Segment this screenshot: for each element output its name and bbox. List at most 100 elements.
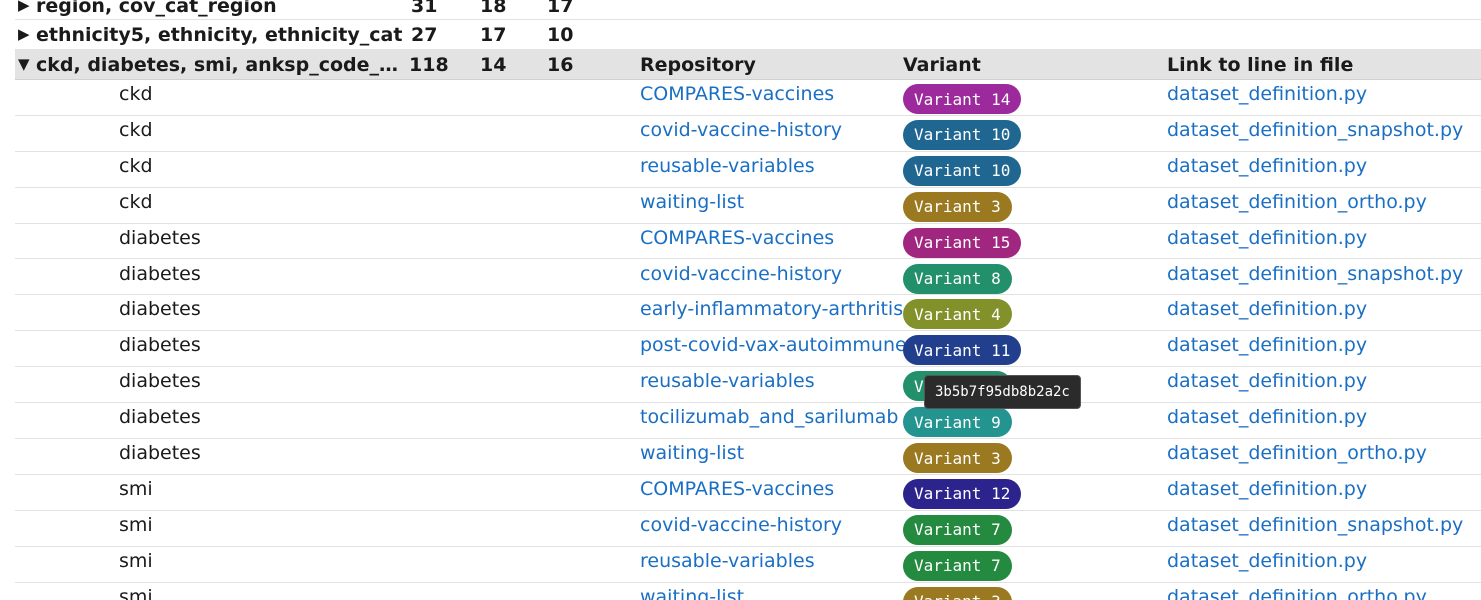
table-row: smi COMPARES-vaccines Variant 12 dataset_de… xyxy=(15,475,1481,511)
variant-badge[interactable]: Variant 7 xyxy=(903,514,1012,545)
repository-link[interactable]: COMPARES-vaccines xyxy=(640,475,834,513)
repository-link[interactable]: early-inflammatory-arthritis xyxy=(640,295,903,333)
table-row: ckd covid-vaccine-history Variant 10 datase… xyxy=(15,116,1481,152)
file-line-link[interactable]: dataset_definition_ortho.py xyxy=(1167,583,1427,600)
group-row-ethnicity[interactable]: ▶ ethnicity5, ethnicity, ethnicity_cat 2… xyxy=(15,20,1481,50)
file-line-link[interactable]: dataset_definition.py xyxy=(1167,475,1367,513)
variable-name: diabetes xyxy=(119,226,201,249)
variant-cell: Variant 3 xyxy=(903,583,1012,600)
variant-cell: Variant 10 xyxy=(903,116,1022,151)
group-name-cell: ▼ ckd, diabetes, smi, anksp_code_date, .… xyxy=(18,50,406,79)
table-row: diabetes post-covid-vax-autoimmune Variant… xyxy=(15,331,1481,369)
table-row: diabetes waiting-list Variant 3 dataset_def… xyxy=(15,439,1481,475)
repository-link[interactable]: covid-vaccine-history xyxy=(640,260,842,298)
file-line-link[interactable]: dataset_definition.py xyxy=(1167,367,1367,405)
variant-cell: Variant 10 xyxy=(903,152,1022,187)
variant-badge[interactable]: Variant 10 xyxy=(903,155,1022,186)
repository-link[interactable]: covid-vaccine-history xyxy=(640,116,842,154)
variant-badge[interactable]: Variant 14 xyxy=(903,84,1022,114)
repository-link[interactable]: reusable-variables xyxy=(640,547,815,585)
table-row: diabetes covid-vaccine-history Variant 8 da… xyxy=(15,260,1481,296)
table-row: ckd reusable-variables Variant 10 dataset_d… xyxy=(15,152,1481,188)
variable-name: ckd xyxy=(119,190,153,213)
table-row: ckd COMPARES-vaccines Variant 14 dataset_de… xyxy=(15,80,1481,116)
variant-badge[interactable]: Variant 3 xyxy=(903,191,1012,222)
variant-badge[interactable]: Variant 15 xyxy=(903,227,1022,258)
expand-triangle-icon[interactable]: ▶ xyxy=(18,27,36,42)
file-line-link[interactable]: dataset_definition.py xyxy=(1167,403,1367,441)
file-line-link[interactable]: dataset_definition.py xyxy=(1167,80,1367,118)
variant-badge[interactable]: Variant 3 xyxy=(903,443,1012,473)
variant-cell: Variant 3 xyxy=(903,439,1012,474)
variable-name: smi xyxy=(119,549,153,572)
variant-badge[interactable]: Variant 9 xyxy=(903,407,1012,438)
file-line-link[interactable]: dataset_definition_ortho.py xyxy=(1167,439,1427,477)
file-line-link[interactable]: dataset_definition.py xyxy=(1167,331,1367,369)
file-line-link[interactable]: dataset_definition_snapshot.py xyxy=(1167,116,1463,154)
variable-name: diabetes xyxy=(119,298,201,321)
file-line-link[interactable]: dataset_definition.py xyxy=(1167,547,1367,585)
group-count-1: 31 xyxy=(411,0,438,17)
variable-name: diabetes xyxy=(119,334,201,357)
variant-badge[interactable]: Variant 11 xyxy=(903,335,1022,366)
variable-name: ckd xyxy=(119,154,153,177)
variant-badge[interactable]: Variant 7 xyxy=(903,550,1012,581)
column-header-repository[interactable]: Repository xyxy=(640,50,756,79)
file-line-link[interactable]: dataset_definition_snapshot.py xyxy=(1167,511,1463,549)
repository-link[interactable]: post-covid-vax-autoimmune xyxy=(640,331,907,369)
column-header-variant[interactable]: Variant xyxy=(903,50,981,79)
variable-name: diabetes xyxy=(119,370,201,393)
group-name: ethnicity5, ethnicity, ethnicity_cat xyxy=(36,23,403,46)
group-count-3: 17 xyxy=(547,0,574,17)
variable-name: smi xyxy=(119,477,153,500)
variant-cell: Variant 4 xyxy=(903,295,1012,330)
variants-table: ▶ region, cov_cat_region 31 18 17 ▶ ethn… xyxy=(0,0,1481,600)
group-row-ckd-diabetes[interactable]: ▼ ckd, diabetes, smi, anksp_code_date, .… xyxy=(15,50,1481,80)
table-row: diabetes tocilizumab_and_sarilumab Variant… xyxy=(15,403,1481,439)
table-row: diabetes COMPARES-vaccines Variant 15 datas… xyxy=(15,224,1481,260)
variant-badge[interactable]: Variant 12 xyxy=(903,478,1022,509)
table-row: smi waiting-list Variant 3 dataset_definiti… xyxy=(15,583,1481,600)
group-count-2: 18 xyxy=(480,0,507,17)
variable-name: diabetes xyxy=(119,406,201,429)
variable-name: diabetes xyxy=(119,442,201,464)
group-count-3: 16 xyxy=(547,53,574,76)
table-row: smi covid-vaccine-history Variant 7 dataset… xyxy=(15,511,1481,547)
variant-badge[interactable]: Variant 4 xyxy=(903,299,1012,330)
group-name-cell: ▶ region, cov_cat_region xyxy=(18,0,277,19)
file-line-link[interactable]: dataset_definition_ortho.py xyxy=(1167,188,1427,226)
column-header-link[interactable]: Link to line in file xyxy=(1167,50,1353,79)
repository-link[interactable]: covid-vaccine-history xyxy=(640,511,842,549)
variant-badge[interactable]: Variant 3 xyxy=(903,586,1012,600)
variant-cell: Variant 8 xyxy=(903,260,1012,295)
variant-cell: Variant 11 xyxy=(903,331,1022,366)
repository-link[interactable]: COMPARES-vaccines xyxy=(640,224,834,262)
group-row-region[interactable]: ▶ region, cov_cat_region 31 18 17 xyxy=(15,0,1481,20)
repository-link[interactable]: reusable-variables xyxy=(640,152,815,190)
variable-name: smi xyxy=(119,513,153,536)
file-line-link[interactable]: dataset_definition.py xyxy=(1167,224,1367,262)
group-count-2: 17 xyxy=(480,23,507,46)
repository-link[interactable]: reusable-variables xyxy=(640,367,815,405)
file-line-link[interactable]: dataset_definition.py xyxy=(1167,295,1367,333)
file-line-link[interactable]: dataset_definition.py xyxy=(1167,152,1367,190)
table-row: diabetes early-inflammatory-arthritis Vari… xyxy=(15,295,1481,333)
variant-cell: Variant 3 xyxy=(903,188,1012,223)
collapse-triangle-icon[interactable]: ▼ xyxy=(18,57,36,72)
file-line-link[interactable]: dataset_definition_snapshot.py xyxy=(1167,260,1463,298)
group-name-cell: ▶ ethnicity5, ethnicity, ethnicity_cat xyxy=(18,20,402,49)
table-row: smi reusable-variables Variant 7 dataset_de… xyxy=(15,547,1481,583)
variant-cell: Variant 15 xyxy=(903,224,1022,259)
variable-name: ckd xyxy=(119,118,153,141)
repository-link[interactable]: COMPARES-vaccines xyxy=(640,80,834,118)
repository-link[interactable]: waiting-list xyxy=(640,583,744,600)
repository-link[interactable]: waiting-list xyxy=(640,188,744,226)
group-name: region, cov_cat_region xyxy=(36,0,277,17)
expand-triangle-icon[interactable]: ▶ xyxy=(18,0,36,13)
repository-link[interactable]: tocilizumab_and_sarilumab xyxy=(640,403,899,441)
variant-badge[interactable]: Variant 10 xyxy=(903,119,1022,150)
variable-name: smi xyxy=(119,585,153,600)
repository-link[interactable]: waiting-list xyxy=(640,439,744,477)
group-count-3: 10 xyxy=(547,23,574,46)
variant-badge[interactable]: Variant 8 xyxy=(903,263,1012,294)
